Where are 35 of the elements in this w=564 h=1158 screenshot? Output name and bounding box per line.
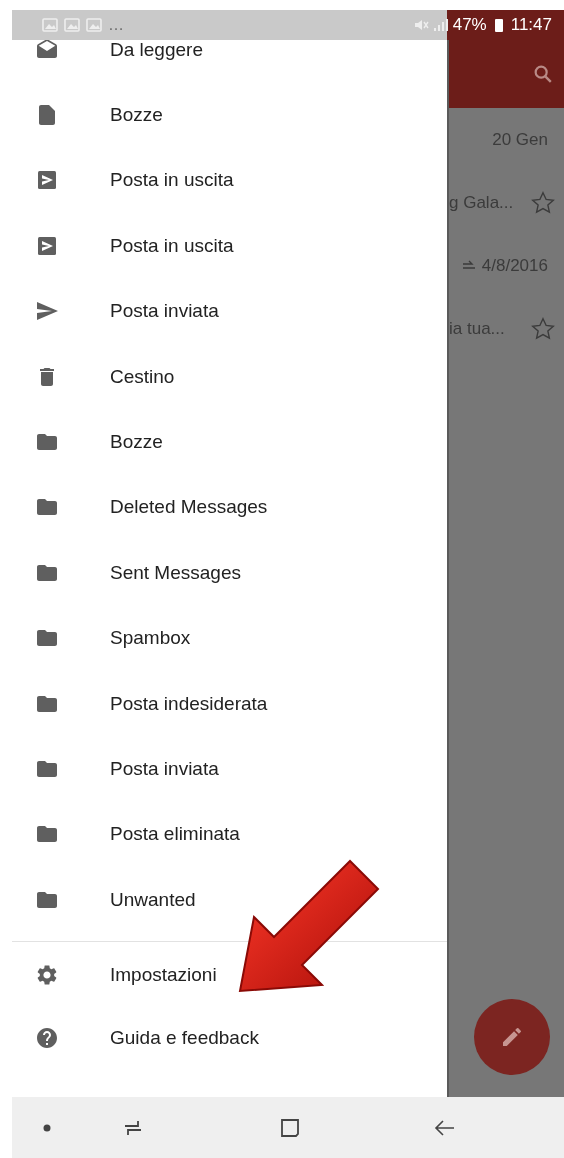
drawer-item[interactable]: Bozze [12, 409, 447, 475]
battery-percentage: 47% [452, 15, 487, 35]
drawer-item[interactable]: Posta eliminata [12, 801, 447, 868]
settings-icon [35, 962, 59, 987]
mail-date: 4/8/2016 [481, 255, 548, 276]
drawer-item[interactable]: Bozze [12, 82, 447, 148]
drawer-item[interactable]: Posta inviata [12, 278, 447, 344]
star-icon[interactable] [530, 315, 556, 342]
notification-icon [86, 18, 102, 32]
drawer-item[interactable]: Cestino [12, 343, 447, 410]
search-icon[interactable] [532, 63, 554, 85]
drawer-item[interactable]: Posta in uscita [12, 213, 447, 279]
drawer-item[interactable]: Sent Messages [12, 540, 447, 606]
notification-icon [64, 18, 80, 32]
dot-icon[interactable] [43, 1123, 51, 1132]
drawer-item[interactable]: Unwanted [12, 867, 447, 933]
notification-overflow: … [108, 16, 124, 34]
notification-icon [42, 18, 58, 32]
drawer-item[interactable]: Posta inviata [12, 736, 447, 802]
mute-icon [412, 18, 429, 32]
drawer-item[interactable]: Da leggere [12, 40, 447, 83]
pencil-icon [500, 1025, 524, 1049]
drawer-item[interactable]: Deleted Messages [12, 474, 447, 541]
drawer-item[interactable]: Posta indesiderata [12, 670, 447, 737]
mail-snippet: ia tua... [449, 318, 505, 339]
mail-date: 20 Gen [492, 129, 548, 150]
drawer-item[interactable]: Impostazioni [12, 943, 447, 1007]
drawer-item[interactable]: Guida e feedback [12, 1006, 447, 1070]
drawer-item[interactable]: Posta in uscita [12, 147, 447, 214]
star-icon[interactable] [530, 189, 556, 216]
drawer-item[interactable]: Spambox [12, 605, 447, 671]
help-icon [35, 1025, 59, 1050]
signal-icon [432, 18, 449, 32]
clock-time: 11:47 [510, 15, 552, 35]
mail-snippet: g Gala... [449, 192, 514, 213]
